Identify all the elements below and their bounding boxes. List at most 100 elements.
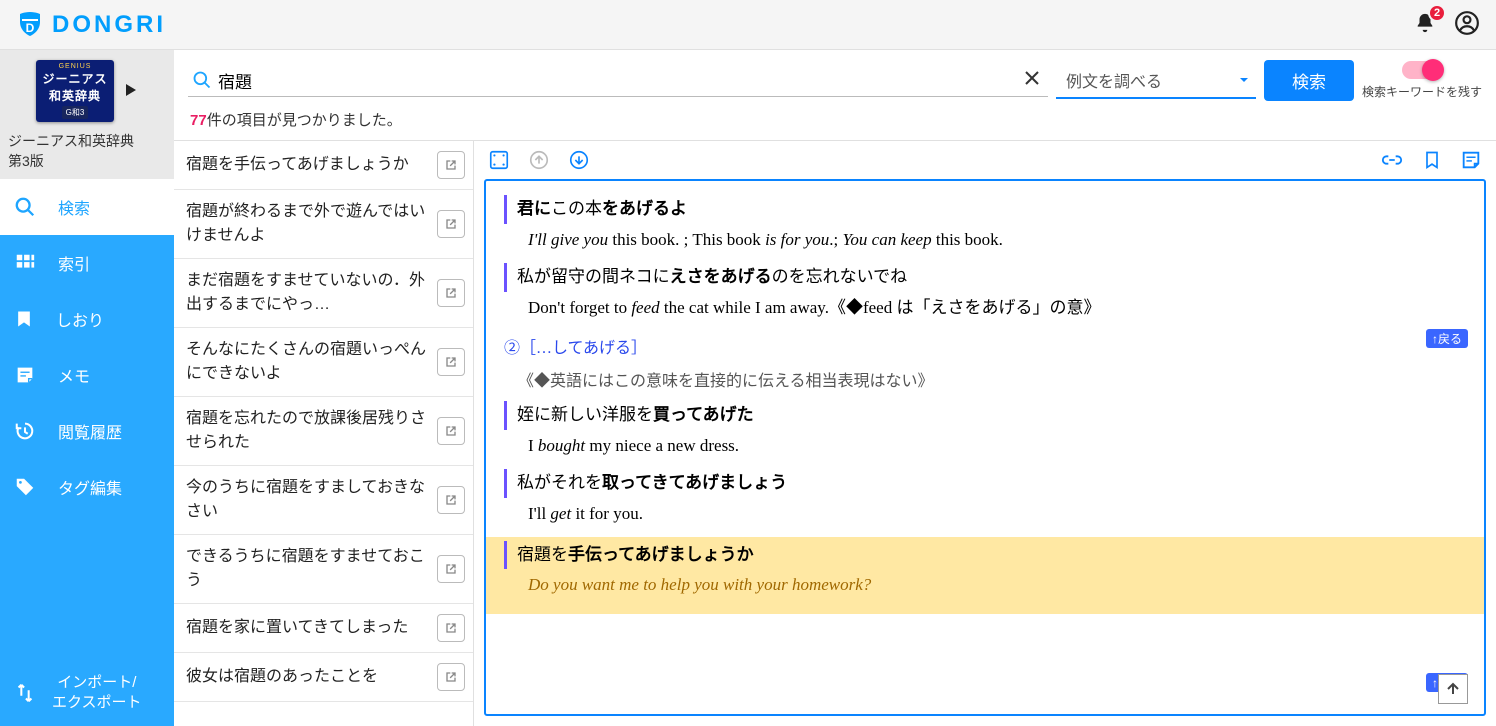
open-in-new-button[interactable] <box>437 151 465 179</box>
nav-history[interactable]: 閲覧履歴 <box>0 403 174 459</box>
open-in-new-icon <box>443 669 459 685</box>
nav-index[interactable]: 索引 <box>0 235 174 291</box>
english-line: Do you want me to help you with your hom… <box>504 571 1466 600</box>
play-icon <box>122 82 138 98</box>
result-item[interactable]: まだ宿題をすませていないの．外出するまでにやっ… <box>174 259 473 328</box>
result-item[interactable]: 宿題を手伝ってあげましょうか <box>174 141 473 190</box>
open-in-new-button[interactable] <box>437 348 465 376</box>
notification-badge: 2 <box>1428 4 1446 22</box>
open-in-new-icon <box>443 492 459 508</box>
result-item[interactable]: できるうちに宿題をすませておこう <box>174 535 473 604</box>
clear-search-button[interactable] <box>1020 69 1044 92</box>
arrow-up-icon <box>1444 680 1462 698</box>
search-button[interactable]: 検索 <box>1264 60 1354 101</box>
sidebar: GENIUS ジーニアス 和英辞典 G和3 ジーニアス和英辞典 第3版 検索 索… <box>0 50 174 726</box>
detail-toolbar <box>474 141 1496 179</box>
expand-button[interactable] <box>488 149 510 171</box>
dictionary-name: ジーニアス和英辞典 第3版 <box>8 132 166 171</box>
search-icon <box>192 70 212 90</box>
open-in-new-icon <box>443 216 459 232</box>
app-header: D DONGRI 2 <box>0 0 1496 50</box>
bookmark-icon <box>14 308 34 330</box>
back-link-1[interactable]: ↑戻る <box>1426 329 1468 348</box>
japanese-line: 私がそれを取ってきてあげましょう <box>504 469 1466 498</box>
open-in-new-button[interactable] <box>437 417 465 445</box>
result-item[interactable]: 彼女は宿題のあったことを <box>174 653 473 702</box>
open-in-new-icon <box>443 423 459 439</box>
user-button[interactable] <box>1454 10 1480 39</box>
arrow-down-circle-icon <box>568 149 590 171</box>
toggle-knob <box>1422 59 1444 81</box>
dictionary-selector: GENIUS ジーニアス 和英辞典 G和3 ジーニアス和英辞典 第3版 <box>0 50 174 179</box>
open-in-new-icon <box>443 157 459 173</box>
expand-icon <box>488 149 510 171</box>
result-item[interactable]: 今のうちに宿題をすましておきなさい <box>174 466 473 535</box>
open-in-new-icon <box>443 285 459 301</box>
note-button[interactable] <box>1460 149 1482 171</box>
japanese-line: 君にこの本をあげるよ <box>504 195 1466 224</box>
sticky-note-icon <box>1460 149 1482 171</box>
note-icon <box>14 364 36 386</box>
english-line: I'll give you this book. ; This book is … <box>504 226 1466 255</box>
nav-memo[interactable]: メモ <box>0 347 174 403</box>
open-in-new-button[interactable] <box>437 486 465 514</box>
scroll-top-button[interactable] <box>1438 674 1468 704</box>
open-in-new-button[interactable] <box>437 279 465 307</box>
arrow-up-circle-icon <box>528 149 550 171</box>
open-in-new-button[interactable] <box>437 210 465 238</box>
open-in-new-icon <box>443 620 459 636</box>
nav-import-export[interactable]: インポート/ エクスポート <box>0 663 174 726</box>
result-text: できるうちに宿題をすませておこう <box>186 545 429 593</box>
result-item[interactable]: そんなにたくさんの宿題いっぺんにできないよ <box>174 328 473 397</box>
search-area: 例文を調べる 検索 検索キーワードを残す 77件の項目が見つかりました。 <box>174 50 1496 140</box>
sense-heading: ②［…してあげる］ <box>504 335 1466 362</box>
japanese-line: 私が留守の間ネコにえさをあげるのを忘れないでね <box>504 263 1466 292</box>
result-text: 今のうちに宿題をすましておきなさい <box>186 476 429 524</box>
result-text: 宿題を忘れたので放課後居残りさせられた <box>186 407 429 455</box>
keep-keyword-toggle[interactable] <box>1402 61 1442 79</box>
history-icon <box>14 420 36 442</box>
japanese-line: 宿題を手伝ってあげましょうか <box>504 541 1466 570</box>
result-text: 宿題が終わるまで外で遊んではいけませんよ <box>186 200 429 248</box>
notifications-button[interactable]: 2 <box>1414 12 1436 37</box>
bookmark-button[interactable] <box>1422 149 1442 171</box>
nav-tag[interactable]: タグ編集 <box>0 459 174 515</box>
search-mode-select[interactable]: 例文を調べる <box>1056 63 1256 99</box>
header-actions: 2 <box>1414 10 1480 39</box>
result-list[interactable]: 宿題を手伝ってあげましょうか宿題が終わるまで外で遊んではいけませんよまだ宿題をす… <box>174 141 474 726</box>
detail-pane: 君にこの本をあげるよI'll give you this book. ; Thi… <box>474 141 1496 726</box>
download-button[interactable] <box>568 149 590 171</box>
search-input[interactable] <box>218 68 1014 92</box>
open-in-new-button[interactable] <box>437 663 465 691</box>
open-in-new-button[interactable] <box>437 555 465 583</box>
result-text: 宿題を家に置いてきてしまった <box>186 616 429 640</box>
result-text: そんなにたくさんの宿題いっぺんにできないよ <box>186 338 429 386</box>
nav-search[interactable]: 検索 <box>0 179 174 235</box>
result-item[interactable]: 宿題を家に置いてきてしまった <box>174 604 473 653</box>
english-line: Don't forget to feed the cat while I am … <box>504 294 1466 323</box>
detail-content[interactable]: 君にこの本をあげるよI'll give you this book. ; Thi… <box>486 181 1484 714</box>
logo[interactable]: D DONGRI <box>16 10 166 40</box>
collapse-button <box>528 149 550 171</box>
toggle-label: 検索キーワードを残す <box>1362 83 1482 100</box>
tag-icon <box>14 476 36 498</box>
search-icon <box>14 196 36 218</box>
result-item[interactable]: 宿題を忘れたので放課後居残りさせられた <box>174 397 473 466</box>
english-line: I'll get it for you. <box>504 500 1466 529</box>
japanese-line: 姪に新しい洋服を買ってあげた <box>504 401 1466 430</box>
result-text: 彼女は宿題のあったことを <box>186 665 429 689</box>
result-text: まだ宿題をすませていないの．外出するまでにやっ… <box>186 269 429 317</box>
dictionary-next-button[interactable] <box>122 82 138 101</box>
open-in-new-button[interactable] <box>437 614 465 642</box>
import-export-icon <box>14 681 36 705</box>
chevron-down-icon <box>1238 74 1250 86</box>
link-button[interactable] <box>1380 149 1404 171</box>
usage-note: 《◆英語にはこの意味を直接的に伝える相当表現はない》 <box>504 368 1466 395</box>
nav-bookmark[interactable]: しおり <box>0 291 174 347</box>
dictionary-cover[interactable]: GENIUS ジーニアス 和英辞典 G和3 <box>36 60 114 122</box>
result-count: 77件の項目が見つかりました。 <box>188 109 1482 134</box>
result-item[interactable]: 宿題が終わるまで外で遊んではいけませんよ <box>174 190 473 259</box>
result-text: 宿題を手伝ってあげましょうか <box>186 153 429 177</box>
open-in-new-icon <box>443 561 459 577</box>
logo-shield-icon: D <box>16 10 44 40</box>
